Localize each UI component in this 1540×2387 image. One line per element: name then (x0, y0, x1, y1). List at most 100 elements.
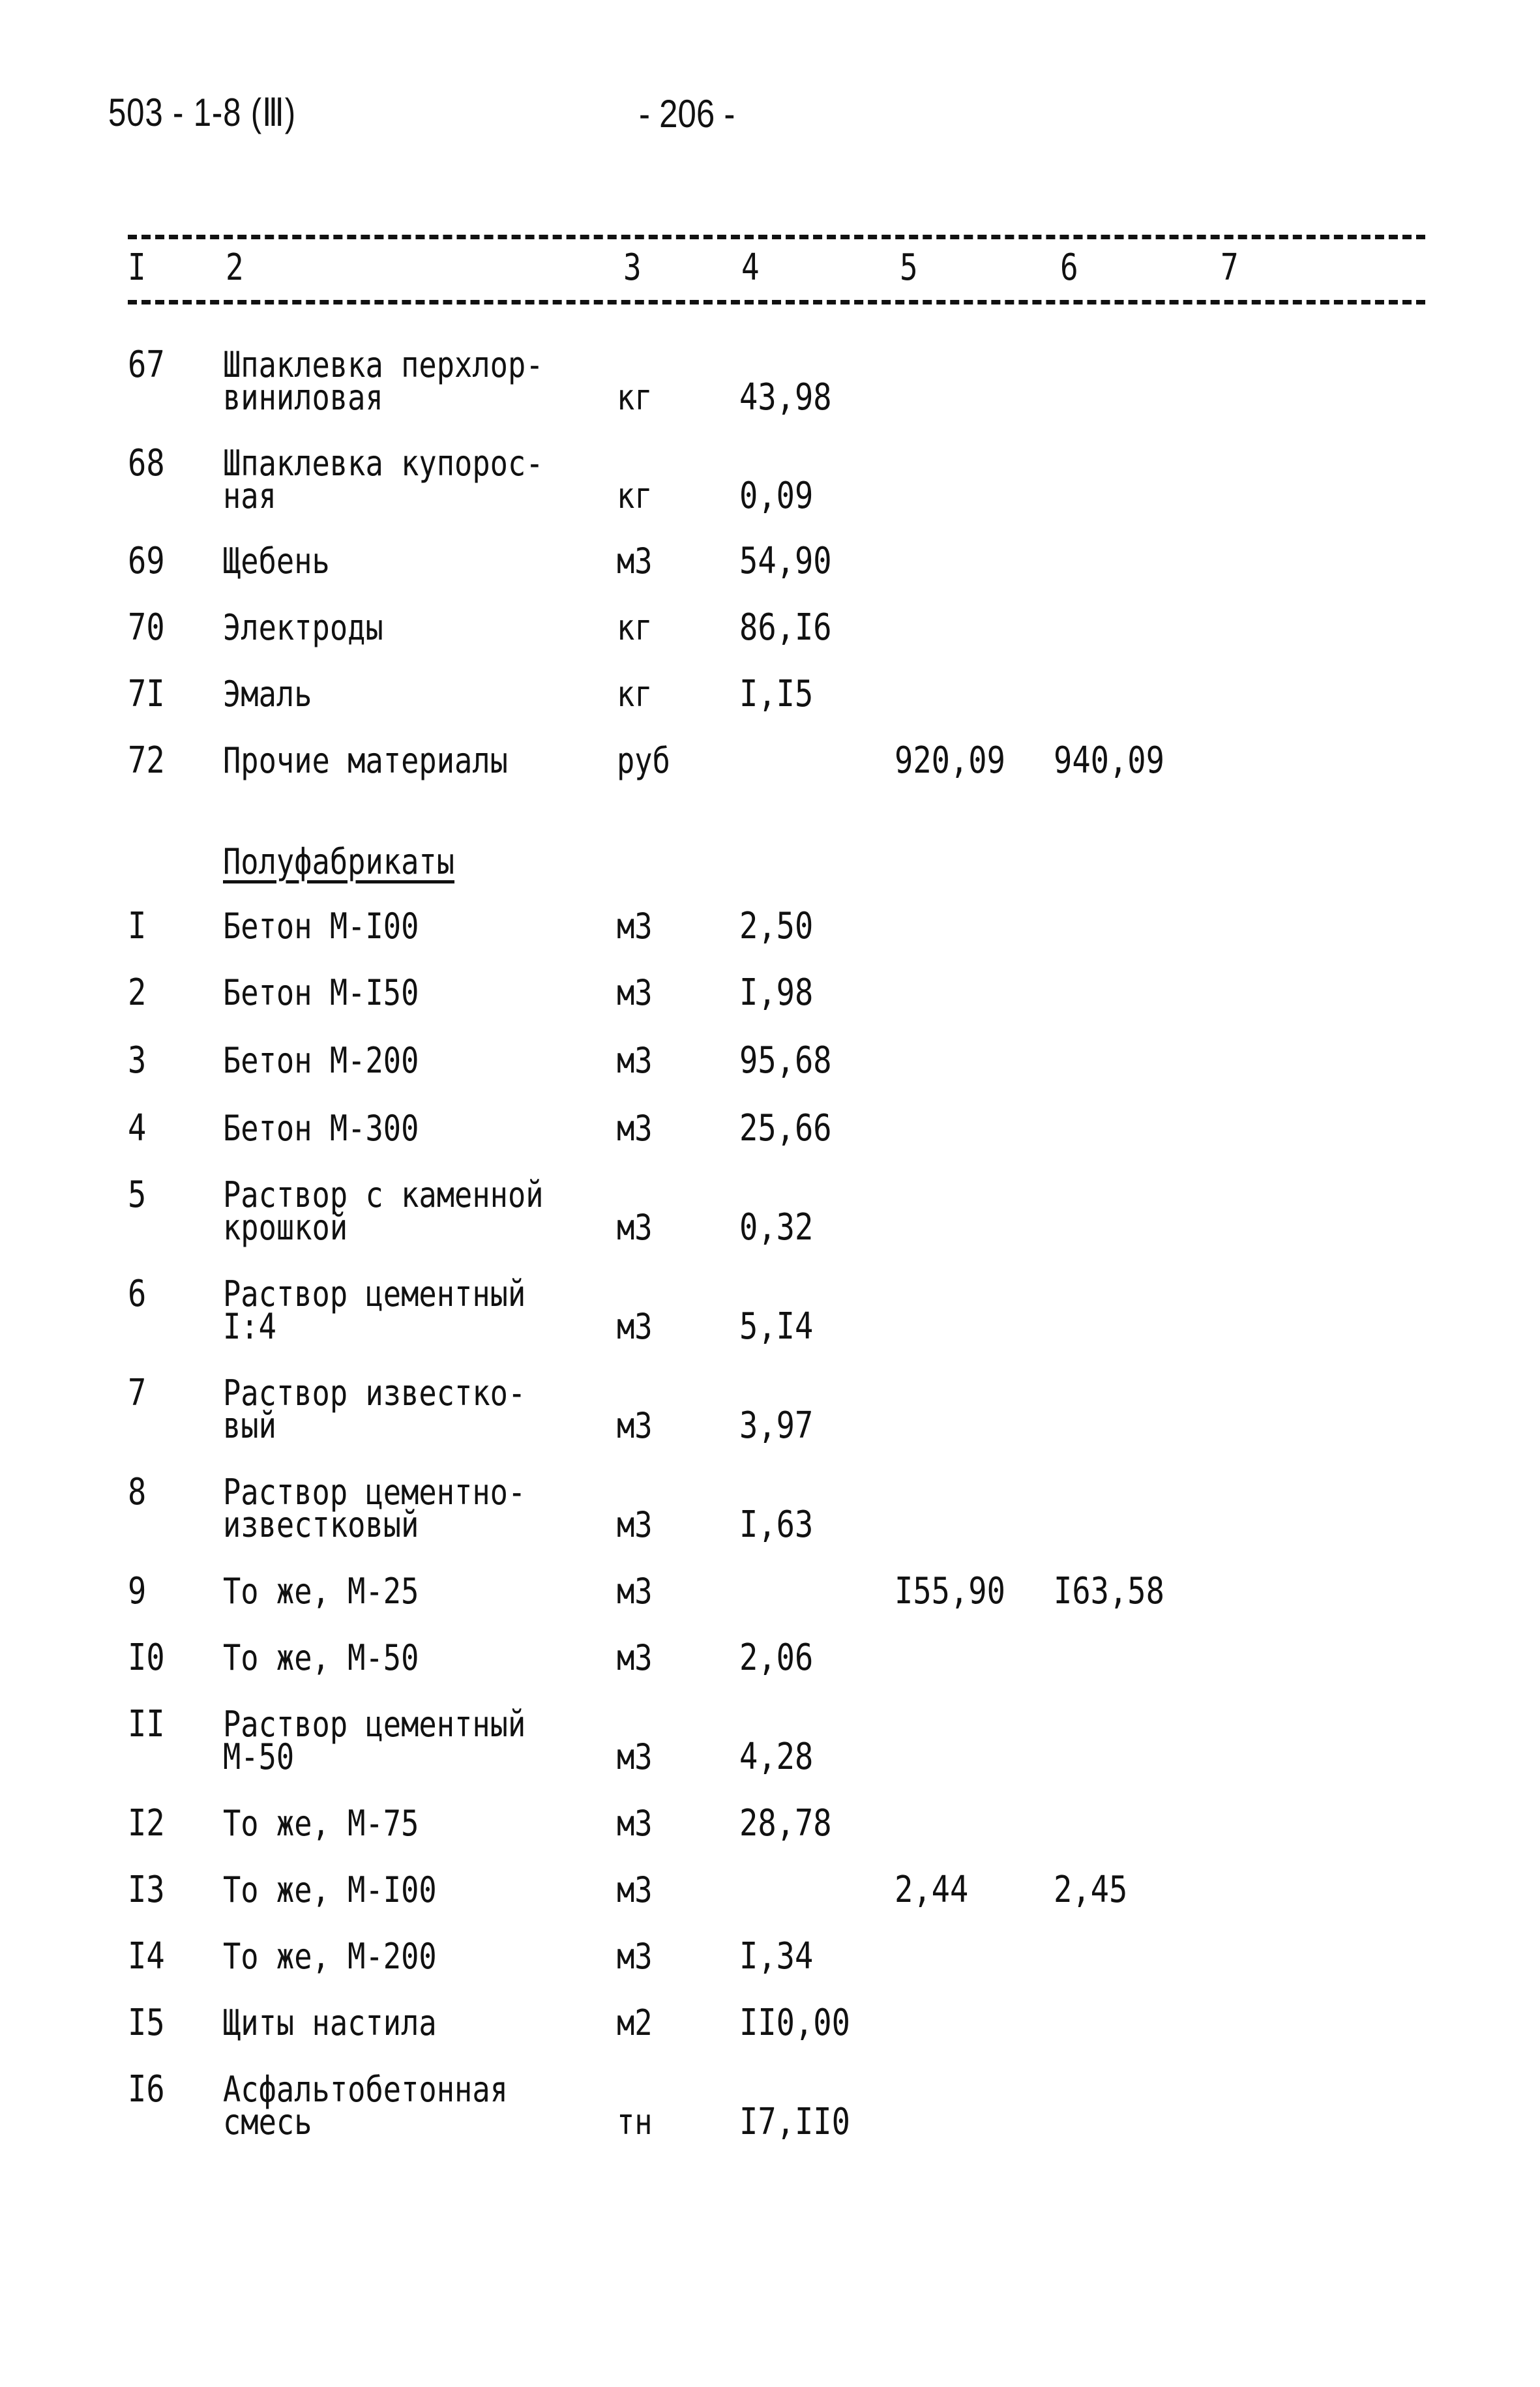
row-number: 8 (128, 1471, 147, 1513)
row-number: I (128, 905, 147, 947)
column-header-1: I (128, 246, 146, 289)
material-name: Щиты настила (223, 2002, 437, 2043)
row-number: 2 (128, 971, 147, 1014)
row-number: I4 (128, 1935, 165, 1978)
quantity-col4: I7,II0 (739, 2101, 850, 2143)
unit: кг (617, 377, 653, 418)
unit: м3 (617, 1405, 653, 1446)
unit: кг (617, 607, 653, 648)
value-col6: 940,09 (1054, 739, 1164, 782)
section-title-semi-finished: Полуфабрикаты (223, 841, 455, 882)
document-code: 503 - 1-8 (Ⅲ) (108, 91, 296, 134)
row-number: I5 (128, 2002, 165, 2044)
quantity-col4: 95,68 (739, 1039, 832, 1082)
row-number: 6 (128, 1273, 147, 1315)
material-name: Щебень (223, 541, 330, 582)
column-header-6: 6 (1060, 246, 1078, 289)
row-number: 4 (128, 1107, 147, 1149)
material-name: Асфальтобетонная смесь (223, 2069, 508, 2142)
row-number: II (128, 1703, 165, 1745)
column-header-2: 2 (226, 246, 244, 289)
unit: кг (617, 674, 653, 715)
quantity-col4: 4,28 (739, 1736, 814, 1778)
quantity-col4: 86,I6 (739, 606, 832, 649)
unit: м3 (617, 1869, 653, 1910)
unit: м3 (617, 1040, 653, 1081)
material-name: Эмаль (223, 674, 312, 715)
unit: м3 (617, 1207, 653, 1248)
quantity-col4: 2,06 (739, 1637, 814, 1679)
row-number: 3 (128, 1039, 147, 1082)
unit: м3 (617, 906, 653, 947)
value-col6: 2,45 (1054, 1869, 1128, 1911)
unit: м3 (617, 1504, 653, 1545)
material-name: Бетон М-200 (223, 1040, 419, 1081)
row-number: I6 (128, 2068, 165, 2111)
quantity-col4: 5,I4 (739, 1305, 814, 1348)
unit: м3 (617, 1306, 653, 1347)
quantity-col4: 43,98 (739, 376, 832, 419)
quantity-col4: 0,09 (739, 475, 814, 517)
unit: тн (617, 2101, 653, 2142)
material-name: Раствор цементный М-50 (223, 1704, 526, 1777)
material-name: Бетон М-300 (223, 1108, 419, 1149)
material-name: Раствор цементный I:4 (223, 1273, 526, 1347)
unit: м3 (617, 1736, 653, 1777)
row-number: 5 (128, 1174, 147, 1216)
quantity-col4: II0,00 (739, 2002, 850, 2044)
material-name: Раствор с каменной крошкой (223, 1174, 544, 1248)
unit: м3 (617, 541, 653, 582)
row-number: I0 (128, 1637, 165, 1679)
material-name: Бетон М-I00 (223, 906, 419, 947)
quantity-col4: 3,97 (739, 1404, 814, 1447)
row-number: 72 (128, 739, 165, 782)
page-number: - 206 - (639, 92, 735, 136)
unit: м3 (617, 1571, 653, 1612)
material-name: То же, М-I00 (223, 1869, 437, 1910)
unit: руб (617, 740, 670, 781)
unit: м2 (617, 2002, 653, 2043)
material-name: То же, М-25 (223, 1571, 419, 1612)
quantity-col4: 28,78 (739, 1802, 832, 1845)
material-name: Шпаклевка купорос- ная (223, 443, 544, 516)
row-number: I2 (128, 1802, 165, 1845)
unit: м3 (617, 1936, 653, 1977)
unit: м3 (617, 1803, 653, 1844)
unit: м3 (617, 1637, 653, 1678)
material-name: Раствор известко- вый (223, 1372, 526, 1446)
row-number: 69 (128, 540, 165, 582)
quantity-col4: 2,50 (739, 905, 814, 947)
material-name: Раствор цементно- известковый (223, 1472, 526, 1545)
material-name: Прочие материалы (223, 740, 508, 781)
material-name: Электроды (223, 607, 383, 648)
value-col5: 920,09 (895, 739, 1005, 782)
material-name: Шпаклевка перхлор- виниловая (223, 344, 544, 418)
quantity-col4: 25,66 (739, 1107, 832, 1149)
row-number: 7I (128, 673, 165, 715)
table-header-bottom-rule (128, 300, 1425, 304)
value-col5: I55,90 (895, 1570, 1005, 1612)
table-header-top-rule (128, 235, 1425, 239)
row-number: 68 (128, 442, 165, 484)
material-name: То же, М-75 (223, 1803, 419, 1844)
value-col6: I63,58 (1054, 1570, 1164, 1612)
row-number: I3 (128, 1869, 165, 1911)
row-number: 7 (128, 1372, 147, 1414)
material-name: Бетон М-I50 (223, 972, 419, 1013)
quantity-col4: 54,90 (739, 540, 832, 582)
quantity-col4: 0,32 (739, 1206, 814, 1249)
unit: кг (617, 475, 653, 516)
column-header-5: 5 (900, 246, 918, 289)
quantity-col4: I,63 (739, 1504, 814, 1546)
row-number: 67 (128, 344, 165, 386)
quantity-col4: I,I5 (739, 673, 814, 715)
value-col5: 2,44 (895, 1869, 969, 1911)
column-header-3: 3 (623, 246, 642, 289)
material-name: То же, М-200 (223, 1936, 437, 1977)
quantity-col4: I,98 (739, 971, 814, 1014)
unit: м3 (617, 972, 653, 1013)
unit: м3 (617, 1108, 653, 1149)
column-header-4: 4 (741, 246, 760, 289)
material-name: То же, М-50 (223, 1637, 419, 1678)
row-number: 9 (128, 1570, 147, 1612)
